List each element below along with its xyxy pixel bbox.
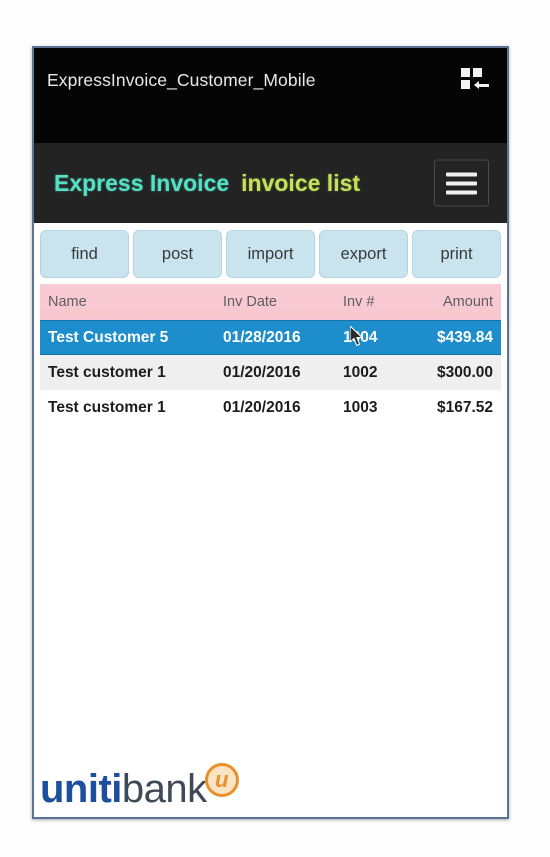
app-grid-restore-icon[interactable] xyxy=(461,68,491,94)
table-row[interactable]: Test customer 1 01/20/2016 1002 $300.00 xyxy=(40,355,501,390)
brand-label: Express Invoice xyxy=(54,169,230,196)
window-title: ExpressInvoice_Customer_Mobile xyxy=(47,70,316,90)
column-header-inv-date[interactable]: Inv Date xyxy=(223,294,343,310)
table-empty-area xyxy=(40,425,501,747)
unitibank-logo: uniti bank u xyxy=(40,763,239,809)
logo-secondary-text: bank xyxy=(121,767,207,811)
column-header-inv-number[interactable]: Inv # xyxy=(343,294,421,310)
cell-name: Test customer 1 xyxy=(48,363,166,381)
export-button[interactable]: export xyxy=(319,230,408,278)
column-header-amount[interactable]: Amount xyxy=(421,294,493,310)
window-titlebar: ExpressInvoice_Customer_Mobile xyxy=(34,48,507,143)
post-button[interactable]: post xyxy=(133,230,222,278)
table-row[interactable]: Test Customer 5 01/28/2016 1004 $439.84 xyxy=(40,320,501,355)
table-row[interactable]: Test customer 1 01/20/2016 1003 $167.52 xyxy=(40,390,501,425)
grid-square-top-left xyxy=(461,68,470,77)
cell-inv-date: 01/20/2016 xyxy=(223,363,301,381)
footer: uniti bank u xyxy=(34,747,507,817)
logo-primary-text: uniti xyxy=(40,767,122,811)
cell-inv-date: 01/20/2016 xyxy=(223,398,301,416)
arrow-bar xyxy=(478,84,489,87)
menu-line-3 xyxy=(446,190,477,194)
cell-name: Test Customer 5 xyxy=(48,328,169,346)
menu-line-1 xyxy=(446,172,477,176)
grid-square-top-right xyxy=(473,68,482,77)
application-window: ExpressInvoice_Customer_Mobile Express I… xyxy=(32,46,509,819)
cell-inv-number: 1004 xyxy=(343,328,378,346)
app-header: Express Invoice invoice list xyxy=(34,143,507,223)
find-button[interactable]: find xyxy=(40,230,129,278)
badge-letter: u xyxy=(214,767,229,792)
table-header-row: Name Inv Date Inv # Amount xyxy=(40,284,501,320)
cell-amount: $439.84 xyxy=(436,328,493,346)
hamburger-menu-icon[interactable] xyxy=(434,159,489,207)
column-header-name[interactable]: Name xyxy=(48,294,223,310)
action-toolbar: find post import export print xyxy=(34,223,507,284)
logo-badge-icon: u xyxy=(204,763,239,797)
cell-amount: $167.52 xyxy=(436,398,493,416)
grid-square-bottom-left xyxy=(461,80,470,89)
cell-inv-date: 01/28/2016 xyxy=(223,328,301,346)
page-title: invoice list xyxy=(241,169,361,196)
cell-inv-number: 1003 xyxy=(343,398,378,416)
left-arrow-icon xyxy=(474,81,489,89)
import-button[interactable]: import xyxy=(226,230,315,278)
cell-inv-number: 1002 xyxy=(343,363,378,381)
invoice-table: Name Inv Date Inv # Amount Test Customer… xyxy=(34,284,507,747)
menu-line-2 xyxy=(446,181,477,185)
cell-name: Test customer 1 xyxy=(48,398,166,416)
screenshot-canvas: ExpressInvoice_Customer_Mobile Express I… xyxy=(0,0,550,857)
cell-amount: $300.00 xyxy=(436,363,493,381)
print-button[interactable]: print xyxy=(412,230,501,278)
